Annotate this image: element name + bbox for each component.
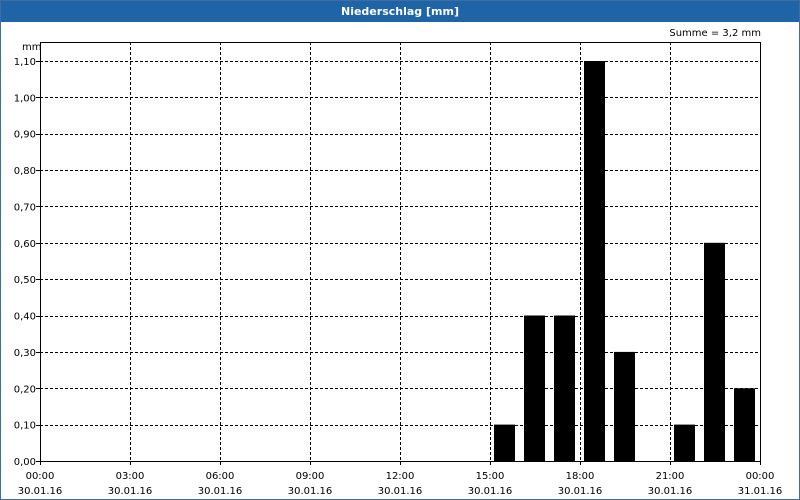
- x-tick-time-label: 06:00: [206, 471, 235, 482]
- precipitation-bar: [614, 351, 635, 461]
- y-tick-label: 0,10: [14, 421, 36, 432]
- y-tick-label: 0,30: [14, 348, 36, 359]
- y-tick-labels: 0,00 0,10 0,20 0,30 0,40 0,50 0,60 0,70 0,80 0,90…: [14, 57, 40, 468]
- precipitation-bar: [704, 242, 725, 461]
- x-tick-time-label: 18:00: [566, 471, 595, 482]
- y-tick-label: 0,70: [14, 202, 36, 213]
- precipitation-bar: [524, 315, 545, 461]
- sum-annotation: Summe = 3,2 mm: [669, 28, 761, 39]
- y-tick-label: 0,50: [14, 275, 36, 286]
- x-tick-time-label: 03:00: [116, 471, 145, 482]
- x-tick-date-label: 30.01.16: [108, 486, 153, 497]
- x-tick-time-label: 00:00: [26, 471, 55, 482]
- x-tick-date-label: 30.01.16: [378, 486, 423, 497]
- precipitation-bar: [674, 424, 695, 461]
- y-tick-label: 0,60: [14, 239, 36, 250]
- y-tick-label: 1,10: [14, 57, 36, 68]
- x-tick-time-label: 00:00: [746, 471, 775, 482]
- x-tick-date-label: 30.01.16: [288, 486, 333, 497]
- y-tick-label: 0,40: [14, 312, 36, 323]
- y-tick-label: 1,00: [14, 93, 36, 104]
- x-tick-time-label: 21:00: [656, 471, 685, 482]
- x-tick-time-label: 12:00: [386, 471, 415, 482]
- x-tick-labels: 00:00 30.01.16 03:00 30.01.16 06:00 30.01.16 0…: [18, 461, 783, 497]
- precipitation-bar: [734, 388, 755, 461]
- x-tick-date-label: 30.01.16: [198, 486, 243, 497]
- x-tick-date-label: 30.01.16: [558, 486, 603, 497]
- precipitation-chart: mm Summe = 3,2 mm 0,000,100,200,300,400,…: [14, 28, 783, 497]
- y-tick-label: 0,80: [14, 166, 36, 177]
- bars: [494, 61, 755, 461]
- y-tick-label: 0,90: [14, 130, 36, 141]
- x-tick-date-label: 30.01.16: [18, 486, 63, 497]
- x-tick-date-label: 31.01.16: [738, 486, 783, 497]
- y-tick-label: 0,20: [14, 384, 36, 395]
- gridlines: [40, 42, 760, 461]
- x-tick-date-label: 30.01.16: [648, 486, 693, 497]
- x-tick-date-label: 30.01.16: [468, 486, 513, 497]
- precipitation-bar: [554, 315, 575, 461]
- x-tick-time-label: 15:00: [476, 471, 505, 482]
- precipitation-bar: [584, 61, 605, 461]
- precipitation-bar: [494, 424, 515, 461]
- y-tick-label: 0,00: [14, 457, 36, 468]
- y-axis-unit-label: mm: [22, 42, 41, 53]
- x-tick-time-label: 09:00: [296, 471, 325, 482]
